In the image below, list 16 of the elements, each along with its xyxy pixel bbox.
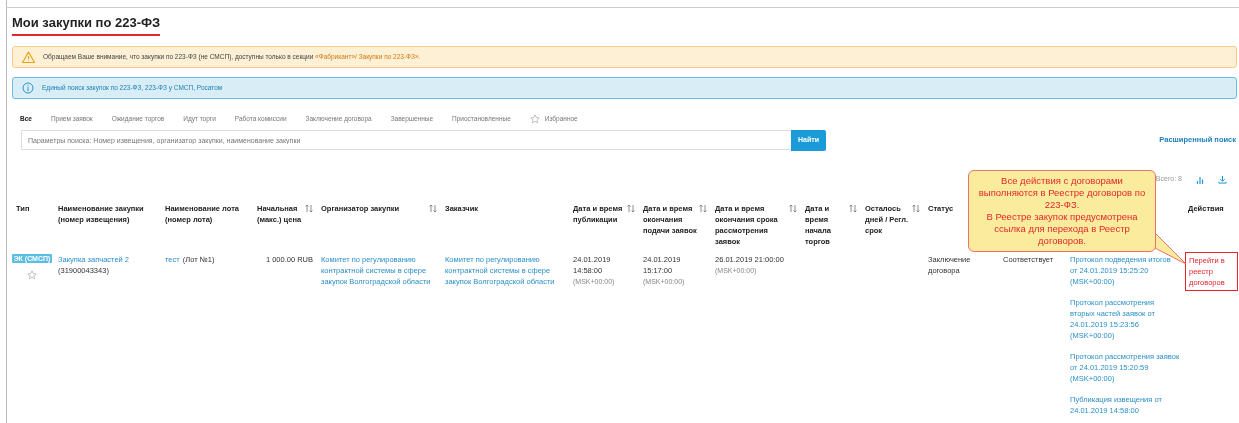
download-icon[interactable] [1218,175,1227,184]
callout-text: Все действия с договорами выполняются в Реестре договоров по 223-ФЗ. [977,175,1147,211]
warning-icon [22,50,35,63]
sort-icon[interactable] [627,203,635,213]
star-icon [529,113,540,124]
callout-text: В Реестре закупок предусмотрена ссылка для перехода в Реестр договоров. [985,211,1139,247]
page-title: Мои закупки по 223-ФЗ [12,13,161,36]
sort-icon[interactable] [912,203,920,213]
favorite-star-icon[interactable] [27,269,37,280]
sort-icon[interactable] [789,203,797,213]
info-icon [22,81,34,94]
sort-icon[interactable] [849,203,857,213]
chart-icon[interactable] [1196,175,1204,184]
sort-icon[interactable] [429,203,437,213]
sort-icon[interactable] [699,203,707,213]
sort-icon[interactable] [305,203,313,213]
